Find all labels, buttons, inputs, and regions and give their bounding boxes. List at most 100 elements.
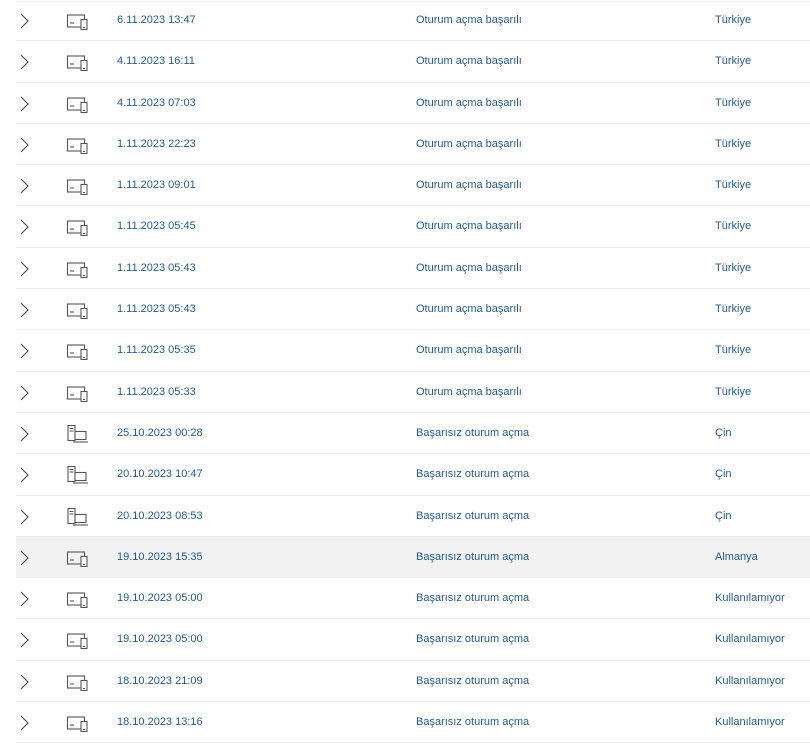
activity-row[interactable]: 1.11.2023 05:35 Oturum açma başarılı Tür…	[0, 330, 810, 372]
activity-date[interactable]: 1.11.2023 09:01	[117, 165, 196, 206]
activity-country[interactable]: Türkiye	[715, 206, 751, 247]
activity-row[interactable]: 1.11.2023 05:45 Oturum açma başarılı Tür…	[0, 206, 810, 249]
activity-row[interactable]: 18.10.2023 13:16 Başarısız oturum açma K…	[0, 702, 810, 743]
activity-date[interactable]: 18.10.2023 13:16	[117, 702, 203, 743]
activity-country[interactable]: Türkiye	[715, 41, 751, 82]
activity-date[interactable]: 1.11.2023 05:43	[117, 248, 196, 289]
activity-date[interactable]: 25.10.2023 00:28	[117, 413, 203, 454]
desktop-tower-icon	[66, 424, 90, 443]
activity-country[interactable]: Kullanılamıyor	[715, 702, 785, 743]
activity-row[interactable]: 4.11.2023 16:11 Oturum açma başarılı Tür…	[0, 41, 810, 83]
activity-result[interactable]: Başarısız oturum açma	[416, 578, 529, 619]
chevron-right-icon[interactable]	[18, 96, 30, 112]
activity-result[interactable]: Başarısız oturum açma	[416, 537, 529, 578]
activity-country[interactable]: Türkiye	[715, 289, 751, 330]
activity-country[interactable]: Türkiye	[715, 330, 751, 371]
activity-country[interactable]: Kullanılamıyor	[715, 661, 785, 702]
activity-country[interactable]: Türkiye	[715, 165, 751, 206]
activity-row[interactable]: 19.10.2023 15:35 Başarısız oturum açma A…	[0, 536, 810, 579]
activity-row[interactable]: 6.11.2023 13:47 Oturum açma başarılı Tür…	[0, 0, 810, 42]
activity-country[interactable]: Türkiye	[715, 83, 751, 124]
activity-row[interactable]: 25.10.2023 00:28 Başarısız oturum açma Ç…	[0, 413, 810, 455]
laptop-phone-icon	[66, 301, 90, 320]
laptop-phone-icon	[66, 53, 90, 72]
chevron-right-icon[interactable]	[18, 632, 30, 648]
chevron-right-icon[interactable]	[18, 426, 30, 442]
activity-row[interactable]: 4.11.2023 07:03 Oturum açma başarılı Tür…	[0, 83, 810, 125]
activity-list: 6.11.2023 13:47 Oturum açma başarılı Tür…	[0, 0, 810, 743]
activity-date[interactable]: 4.11.2023 07:03	[117, 83, 196, 124]
chevron-right-icon[interactable]	[18, 13, 30, 29]
activity-result[interactable]: Başarısız oturum açma	[416, 619, 529, 660]
chevron-right-icon[interactable]	[18, 550, 30, 566]
chevron-right-icon[interactable]	[18, 137, 30, 153]
activity-date[interactable]: 18.10.2023 21:09	[117, 661, 203, 702]
activity-row[interactable]: 1.11.2023 05:43 Oturum açma başarılı Tür…	[0, 289, 810, 331]
laptop-phone-icon	[66, 714, 90, 733]
chevron-right-icon[interactable]	[18, 261, 30, 277]
activity-row[interactable]: 1.11.2023 09:01 Oturum açma başarılı Tür…	[0, 165, 810, 207]
activity-date[interactable]: 20.10.2023 10:47	[117, 454, 203, 495]
activity-result[interactable]: Başarısız oturum açma	[416, 413, 529, 454]
chevron-right-icon[interactable]	[18, 509, 30, 525]
activity-row[interactable]: 1.11.2023 05:33 Oturum açma başarılı Tür…	[0, 372, 810, 414]
activity-country[interactable]: Almanya	[715, 537, 758, 578]
chevron-right-icon[interactable]	[18, 54, 30, 70]
activity-row[interactable]: 18.10.2023 21:09 Başarısız oturum açma K…	[0, 661, 810, 703]
activity-result[interactable]: Oturum açma başarılı	[416, 206, 522, 247]
chevron-right-icon[interactable]	[18, 219, 30, 235]
chevron-right-icon[interactable]	[18, 385, 30, 401]
activity-result[interactable]: Oturum açma başarılı	[416, 289, 522, 330]
activity-row[interactable]: 20.10.2023 10:47 Başarısız oturum açma Ç…	[0, 454, 810, 496]
activity-result[interactable]: Oturum açma başarılı	[416, 165, 522, 206]
chevron-right-icon[interactable]	[18, 302, 30, 318]
activity-date[interactable]: 1.11.2023 05:35	[117, 330, 196, 371]
activity-country[interactable]: Türkiye	[715, 248, 751, 289]
activity-country[interactable]: Çin	[715, 454, 732, 495]
activity-result[interactable]: Başarısız oturum açma	[416, 454, 529, 495]
chevron-right-icon[interactable]	[18, 674, 30, 690]
activity-row[interactable]: 19.10.2023 05:00 Başarısız oturum açma K…	[0, 578, 810, 620]
activity-country[interactable]: Çin	[715, 413, 732, 454]
activity-result[interactable]: Başarısız oturum açma	[416, 702, 529, 743]
activity-row[interactable]: 20.10.2023 08:53 Başarısız oturum açma Ç…	[0, 496, 810, 538]
activity-country[interactable]: Kullanılamıyor	[715, 578, 785, 619]
activity-row[interactable]: 19.10.2023 05:00 Başarısız oturum açma K…	[0, 619, 810, 662]
activity-row[interactable]: 1.11.2023 05:43 Oturum açma başarılı Tür…	[0, 248, 810, 290]
chevron-right-icon[interactable]	[18, 343, 30, 359]
activity-country[interactable]: Türkiye	[715, 124, 751, 165]
laptop-phone-icon	[66, 590, 90, 609]
desktop-tower-icon	[66, 466, 90, 484]
laptop-phone-icon	[66, 260, 90, 278]
activity-date[interactable]: 4.11.2023 16:11	[117, 41, 195, 82]
chevron-right-icon[interactable]	[18, 467, 30, 483]
activity-date[interactable]: 1.11.2023 05:45	[117, 206, 196, 247]
activity-country[interactable]: Türkiye	[715, 0, 751, 41]
chevron-right-icon[interactable]	[18, 715, 30, 731]
activity-result[interactable]: Başarısız oturum açma	[416, 496, 529, 537]
chevron-right-icon[interactable]	[18, 178, 30, 194]
activity-date[interactable]: 1.11.2023 05:43	[117, 289, 196, 330]
activity-date[interactable]: 6.11.2023 13:47	[117, 0, 196, 41]
activity-result[interactable]: Oturum açma başarılı	[416, 372, 522, 413]
desktop-tower-icon	[66, 507, 90, 526]
activity-country[interactable]: Çin	[715, 496, 732, 537]
activity-row[interactable]: 1.11.2023 22:23 Oturum açma başarılı Tür…	[0, 124, 810, 166]
activity-date[interactable]: 19.10.2023 05:00	[117, 619, 203, 660]
activity-result[interactable]: Başarısız oturum açma	[416, 661, 529, 702]
laptop-phone-icon	[66, 95, 90, 113]
activity-date[interactable]: 19.10.2023 15:35	[117, 537, 203, 578]
activity-country[interactable]: Kullanılamıyor	[715, 619, 785, 660]
chevron-right-icon[interactable]	[18, 591, 30, 607]
activity-result[interactable]: Oturum açma başarılı	[416, 248, 522, 289]
activity-result[interactable]: Oturum açma başarılı	[416, 41, 522, 82]
activity-result[interactable]: Oturum açma başarılı	[416, 0, 522, 41]
activity-result[interactable]: Oturum açma başarılı	[416, 83, 522, 124]
activity-date[interactable]: 1.11.2023 22:23	[117, 124, 196, 165]
activity-result[interactable]: Oturum açma başarılı	[416, 330, 522, 371]
activity-result[interactable]: Oturum açma başarılı	[416, 124, 522, 165]
activity-date[interactable]: 19.10.2023 05:00	[117, 578, 203, 619]
activity-date[interactable]: 1.11.2023 05:33	[117, 372, 196, 413]
activity-country[interactable]: Türkiye	[715, 372, 751, 413]
activity-date[interactable]: 20.10.2023 08:53	[117, 496, 203, 537]
